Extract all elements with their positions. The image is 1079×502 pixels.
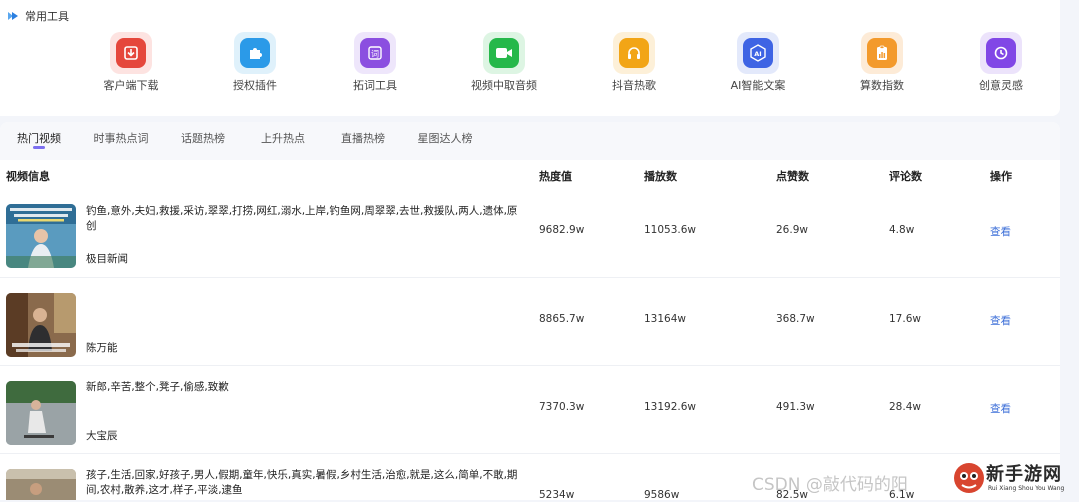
- tool-word-expand[interactable]: 词 拓词工具: [320, 32, 430, 93]
- tab-star-influencers[interactable]: 星图达人榜: [418, 130, 473, 146]
- tool-hot-songs[interactable]: 抖音热歌: [579, 32, 689, 93]
- table-row: 新郎,辛苦,整个,凳子,偷感,致歉 大宝辰 7370.3w 13192.6w 4…: [0, 365, 1060, 454]
- comment-count: 4.8w: [889, 224, 915, 236]
- tools-grid: 客户端下载 授权插件 词 拓词工具 视频中取音频 抖音热歌 AI AI智能文案 …: [0, 32, 1060, 102]
- video-author: 大宝辰: [86, 430, 118, 442]
- tab-hot-videos[interactable]: 热门视频: [17, 130, 61, 146]
- view-link[interactable]: 查看: [990, 224, 1011, 239]
- play-count: 9586w: [644, 489, 680, 501]
- header-action: 操作: [990, 170, 1012, 183]
- video-camera-icon: [489, 38, 519, 68]
- video-keywords: 钓鱼,意外,夫妇,救援,采访,翠翠,打捞,网红,溺水,上岸,钓鱼网,周翠翠,去世…: [86, 205, 518, 232]
- header-plays: 播放数: [644, 170, 677, 183]
- tool-label: 授权插件: [233, 79, 277, 92]
- like-count: 491.3w: [776, 401, 815, 413]
- video-author: 陈万能: [86, 342, 118, 354]
- brand-mascot-icon: [954, 463, 984, 493]
- svg-text:AI: AI: [754, 50, 761, 58]
- video-thumbnail[interactable]: [6, 469, 76, 500]
- tool-index[interactable]: 算数指数: [827, 32, 937, 93]
- tab-rising-hot[interactable]: 上升热点: [261, 130, 305, 146]
- svg-text:词: 词: [371, 50, 379, 59]
- heat-value: 5234w: [539, 489, 575, 501]
- video-thumbnail[interactable]: [6, 293, 76, 357]
- tool-icon-bg: [980, 32, 1022, 74]
- brand-logo: 新手游网 Rui Xiang Shou You Wang: [950, 458, 1076, 498]
- tool-label: 抖音热歌: [612, 79, 656, 92]
- headphones-icon: [619, 38, 649, 68]
- tab-bar: 热门视频 时事热点词 话题热榜 上升热点 直播热榜 星图达人榜: [0, 122, 1060, 160]
- tool-label: 拓词工具: [353, 79, 397, 92]
- brand-logo-text: 新手游网: [986, 464, 1062, 485]
- heat-value: 9682.9w: [539, 224, 585, 236]
- table-row: 钓鱼,意外,夫妇,救援,采访,翠翠,打捞,网红,溺水,上岸,钓鱼网,周翠翠,去世…: [0, 195, 1060, 278]
- comment-count: 28.4w: [889, 401, 921, 413]
- tool-icon-bg: AI: [737, 32, 779, 74]
- video-keywords: 孩子,生活,回家,好孩子,男人,假期,童年,快乐,真实,暑假,乡村生活,治愈,就…: [86, 469, 518, 496]
- word-icon: 词: [360, 38, 390, 68]
- table-row: 陈万能 8865.7w 13164w 368.7w 17.6w 查看: [0, 277, 1060, 366]
- view-link[interactable]: 查看: [990, 313, 1011, 328]
- tool-icon-bg: [483, 32, 525, 74]
- video-thumbnail[interactable]: [6, 381, 76, 445]
- tool-label: 创意灵感: [979, 79, 1023, 92]
- tab-topic-chart[interactable]: 话题热榜: [181, 130, 225, 146]
- like-count: 368.7w: [776, 313, 815, 325]
- like-count: 26.9w: [776, 224, 808, 236]
- play-count: 11053.6w: [644, 224, 697, 236]
- video-author: 极目新闻: [86, 253, 128, 265]
- play-count: 13192.6w: [644, 401, 697, 413]
- puzzle-icon: [240, 38, 270, 68]
- active-tab-indicator: [33, 146, 45, 149]
- view-link[interactable]: 查看: [990, 401, 1011, 416]
- video-thumbnail[interactable]: [6, 204, 76, 268]
- tool-ai-copywriting[interactable]: AI AI智能文案: [703, 32, 813, 93]
- video-keywords: 新郎,辛苦,整个,凳子,偷感,致歉: [86, 381, 229, 393]
- ai-icon: AI: [743, 38, 773, 68]
- download-icon: [116, 38, 146, 68]
- lightbulb-icon: [986, 38, 1016, 68]
- tool-icon-bg: 词: [354, 32, 396, 74]
- comment-count: 17.6w: [889, 313, 921, 325]
- tool-label: 视频中取音频: [471, 79, 537, 92]
- heat-value: 8865.7w: [539, 313, 585, 325]
- tool-extract-audio[interactable]: 视频中取音频: [449, 32, 559, 93]
- tool-creative-inspiration[interactable]: 创意灵感: [946, 32, 1056, 93]
- heat-value: 7370.3w: [539, 401, 585, 413]
- tools-section-header: 常用工具: [7, 8, 69, 24]
- header-likes: 点赞数: [776, 170, 809, 183]
- tools-section-title: 常用工具: [25, 10, 69, 23]
- tool-icon-bg: [110, 32, 152, 74]
- play-arrow-icon: [8, 12, 18, 20]
- csdn-watermark: CSDN @敲代码的阳: [752, 475, 908, 495]
- brand-logo-subtext: Rui Xiang Shou You Wang: [988, 485, 1065, 492]
- tool-auth-plugin[interactable]: 授权插件: [200, 32, 310, 93]
- play-count: 13164w: [644, 313, 686, 325]
- tool-label: 算数指数: [860, 79, 904, 92]
- tool-client-download[interactable]: 客户端下载: [76, 32, 186, 93]
- tool-icon-bg: [234, 32, 276, 74]
- header-heat: 热度值: [539, 170, 572, 183]
- tool-label: AI智能文案: [730, 79, 786, 92]
- tools-card: 常用工具 客户端下载 授权插件 词 拓词工具 视频中取音频 抖音热歌 AI AI…: [0, 0, 1060, 116]
- header-comments: 评论数: [889, 170, 922, 183]
- header-video-info: 视频信息: [6, 170, 50, 183]
- tool-icon-bg: [613, 32, 655, 74]
- table-header: 视频信息 热度值 播放数 点赞数 评论数 操作: [0, 166, 1060, 190]
- tool-label: 客户端下载: [103, 79, 159, 92]
- tab-news-hotwords[interactable]: 时事热点词: [94, 130, 149, 146]
- tool-icon-bg: [861, 32, 903, 74]
- clipboard-chart-icon: [867, 38, 897, 68]
- tab-live-chart[interactable]: 直播热榜: [341, 130, 385, 146]
